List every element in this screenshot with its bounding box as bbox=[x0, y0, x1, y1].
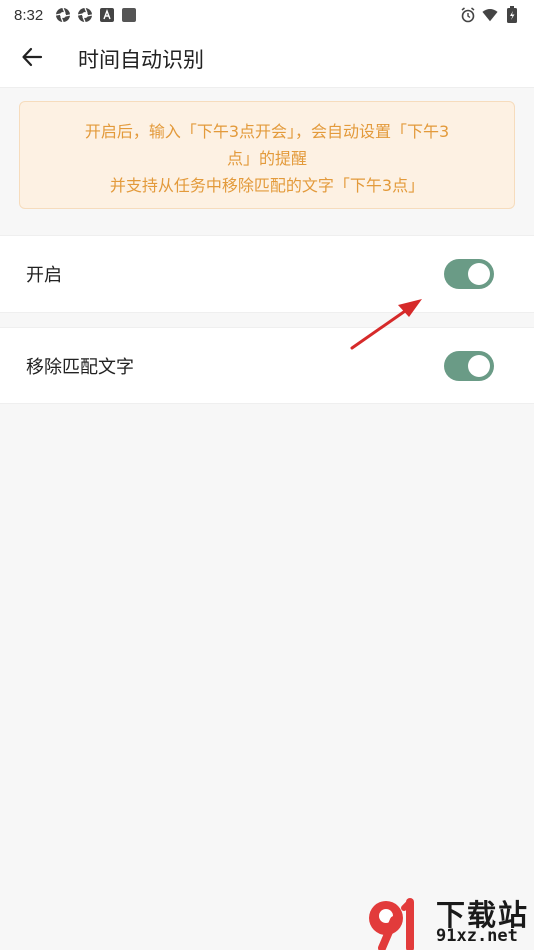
info-notice: 开启后，输入「下午3点开会」，会自动设置「下午3 点」的提醒 并支持从任务中移除… bbox=[19, 101, 515, 209]
aperture-icon bbox=[77, 7, 93, 23]
wifi-icon bbox=[482, 7, 498, 23]
battery-icon bbox=[504, 6, 520, 23]
alarm-icon bbox=[460, 7, 476, 23]
back-button[interactable] bbox=[10, 37, 54, 81]
status-time: 8:32 bbox=[14, 6, 44, 24]
setting-row-enable[interactable]: 开启 bbox=[0, 235, 534, 313]
enable-toggle[interactable] bbox=[444, 259, 494, 289]
status-left: 8:32 bbox=[14, 7, 137, 24]
remove-text-toggle[interactable] bbox=[444, 350, 494, 381]
notice-line-2: 点」的提醒 bbox=[226, 149, 307, 168]
app-bar: 时间自动识别 bbox=[0, 30, 534, 88]
setting-row-remove-text[interactable]: 移除匹配文字 bbox=[0, 327, 534, 404]
toggle-knob bbox=[468, 263, 490, 285]
setting-label-remove-text: 移除匹配文字 bbox=[26, 356, 134, 378]
square-icon bbox=[121, 7, 137, 23]
arrow-left-icon bbox=[21, 46, 43, 72]
notice-line-1: 开启后，输入「下午3点开会」，会自动设置「下午3 bbox=[84, 122, 450, 141]
watermark-url: 91xz.net bbox=[436, 926, 518, 946]
status-right bbox=[460, 6, 520, 23]
text-a-icon bbox=[99, 7, 115, 23]
aperture-icon bbox=[55, 7, 71, 23]
watermark: 下载站 91xz.net bbox=[364, 892, 534, 950]
watermark-logo-icon bbox=[369, 898, 414, 950]
page-title: 时间自动识别 bbox=[78, 47, 204, 72]
toggle-knob bbox=[468, 354, 490, 377]
notice-line-3: 并支持从任务中移除匹配的文字「下午3点」 bbox=[109, 176, 425, 195]
status-bar: 8:32 bbox=[0, 0, 534, 30]
setting-label-enable: 开启 bbox=[26, 265, 62, 286]
